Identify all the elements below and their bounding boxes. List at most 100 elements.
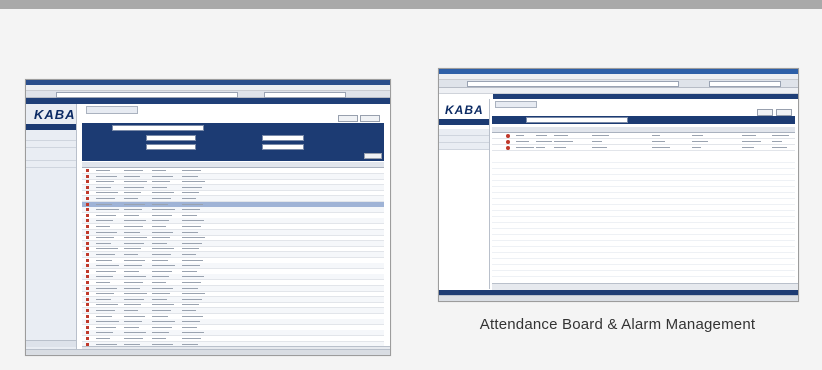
- address-field: [467, 81, 679, 87]
- search-button[interactable]: [364, 153, 382, 159]
- toolbar-button[interactable]: [757, 109, 773, 116]
- table-cell: [182, 209, 200, 211]
- sidebar-item[interactable]: [439, 143, 489, 150]
- app-nav-bar: [26, 98, 390, 104]
- status-flag-icon: [86, 314, 89, 318]
- table-cell: [182, 298, 202, 300]
- table-cell: [96, 170, 110, 171]
- table-cell: [124, 220, 146, 222]
- table-cell: [96, 242, 111, 244]
- table-cell: [152, 181, 170, 183]
- sidebar-item[interactable]: [26, 161, 76, 168]
- table-cell: [124, 209, 142, 211]
- table-cell: [124, 175, 140, 177]
- sidebar-item[interactable]: [26, 148, 76, 161]
- table-cell: [152, 310, 171, 311]
- company-field[interactable]: [262, 144, 304, 150]
- table-cell: [516, 141, 529, 142]
- status-flag-icon: [86, 325, 89, 329]
- table-cell: [182, 332, 204, 334]
- table-cell: [124, 298, 144, 300]
- browser-address-bar: [439, 80, 798, 88]
- sidebar-item[interactable]: [26, 134, 76, 141]
- status-flag-icon: [86, 225, 89, 228]
- status-flag-icon: [86, 169, 89, 172]
- table-cell: [152, 209, 175, 211]
- table-cell: [152, 214, 172, 216]
- sidebar-user-strip: [439, 119, 489, 125]
- alarm-icon: [506, 146, 510, 150]
- table-cell: [182, 265, 200, 267]
- table-cell: [554, 147, 566, 148]
- table-cell: [124, 343, 140, 345]
- status-flag-icon: [86, 292, 89, 296]
- table-cell: [182, 343, 198, 345]
- table-cell: [152, 326, 172, 328]
- table-cell: [96, 304, 118, 306]
- sidebar-item[interactable]: [439, 129, 489, 136]
- table-cell: [96, 192, 118, 194]
- status-flag-icon: [86, 191, 89, 195]
- status-flag-icon: [86, 337, 89, 340]
- table-cell: [96, 226, 110, 227]
- status-flag-icon: [86, 230, 89, 234]
- sidebar-items: [439, 129, 489, 150]
- table-cell: [182, 270, 197, 272]
- tab-alarms[interactable]: [495, 101, 537, 108]
- table-cell: [124, 310, 138, 311]
- first-name-field[interactable]: [146, 144, 196, 150]
- table-cell: [96, 231, 117, 233]
- table-cell: [554, 141, 573, 142]
- table-cell: [152, 304, 174, 306]
- table-cell: [124, 321, 142, 323]
- table-pager: [492, 283, 798, 290]
- alarm-row[interactable]: [492, 145, 795, 151]
- table-cell: [516, 135, 524, 136]
- sidebar-item[interactable]: [439, 136, 489, 143]
- kaba-logo: KABA: [34, 107, 76, 122]
- table-cell: [152, 186, 167, 188]
- table-cell: [124, 270, 139, 272]
- table-cell: [96, 282, 110, 283]
- table-cell: [152, 231, 173, 233]
- table-cell: [96, 287, 117, 289]
- status-flag-icon: [86, 253, 89, 256]
- table-cell: [124, 226, 143, 227]
- table-cell: [182, 170, 201, 171]
- tab-attendance[interactable]: [86, 106, 138, 114]
- table-cell: [96, 198, 115, 199]
- table-cell: [536, 147, 545, 148]
- left-sidebar: KABA: [26, 104, 77, 355]
- badge-field[interactable]: [262, 135, 304, 141]
- table-cell: [96, 265, 119, 267]
- table-cell: [96, 186, 111, 188]
- last-name-field[interactable]: [146, 135, 196, 141]
- status-flag-icon: [86, 264, 89, 268]
- toolbar-button[interactable]: [776, 109, 792, 116]
- table-cell: [96, 181, 114, 183]
- filter-input[interactable]: [526, 117, 628, 123]
- table-cell: [152, 198, 171, 199]
- table-cell: [152, 220, 169, 222]
- table-cell: [124, 231, 140, 233]
- table-cell: [124, 237, 147, 239]
- filter-input[interactable]: [112, 125, 204, 131]
- left-sidebar: KABA: [439, 99, 490, 289]
- table-cell: [152, 298, 167, 300]
- kaba-logo: KABA: [445, 103, 484, 117]
- sidebar-footer-item[interactable]: [26, 340, 76, 347]
- table-cell: [152, 270, 172, 272]
- status-flag-icon: [86, 174, 89, 178]
- table-cell: [182, 321, 200, 323]
- table-cell: [152, 192, 174, 194]
- table-cell: [152, 237, 170, 239]
- toolbar-button[interactable]: [338, 115, 358, 122]
- status-flag-icon: [86, 219, 89, 223]
- toolbar-button[interactable]: [360, 115, 380, 122]
- table-cell: [536, 135, 547, 136]
- table-cell: [182, 231, 198, 233]
- table-cell: [652, 135, 660, 136]
- sidebar-item[interactable]: [26, 141, 76, 148]
- status-flag-icon: [86, 197, 89, 200]
- table-cell: [182, 276, 204, 278]
